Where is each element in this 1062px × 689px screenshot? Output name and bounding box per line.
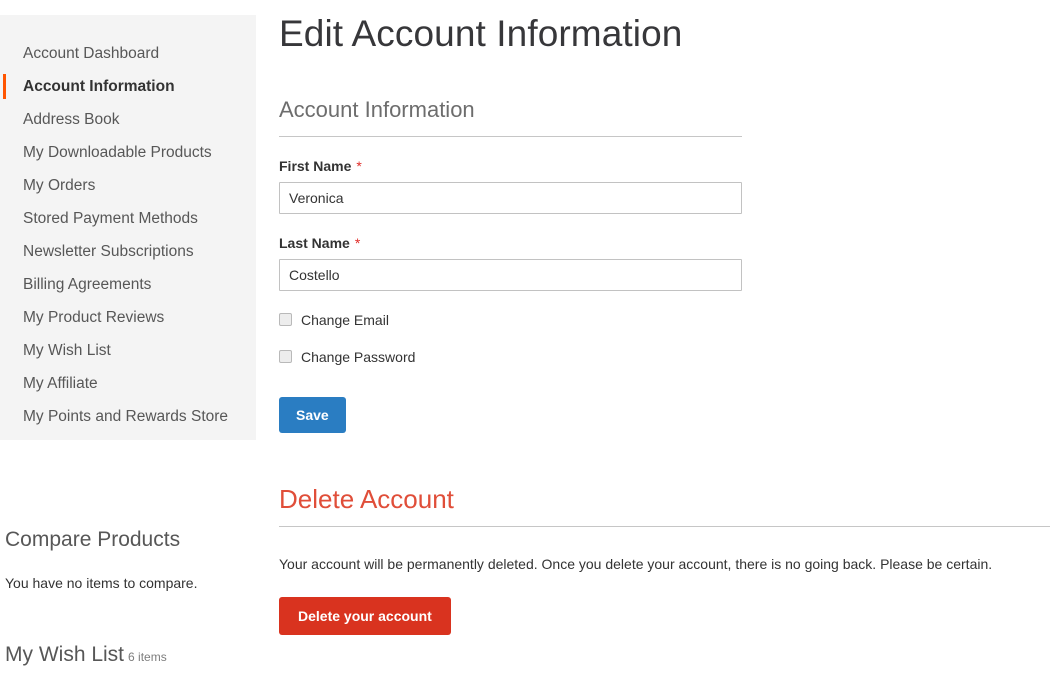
last-name-input[interactable] — [279, 258, 742, 291]
first-name-field: First Name * — [279, 158, 1062, 214]
wishlist-block: My Wish List 6 items — [0, 643, 256, 666]
compare-products-block: Compare Products You have no items to co… — [0, 528, 256, 591]
active-item-marker — [3, 74, 6, 99]
change-email-checkbox[interactable] — [279, 313, 292, 327]
delete-account-title: Delete Account — [279, 485, 1050, 528]
sidebar-item-account-information[interactable]: Account Information — [0, 70, 256, 103]
sidebar-item-my-points-and-rewards-store[interactable]: My Points and Rewards Store — [0, 400, 256, 433]
sidebar-item-label: Billing Agreements — [23, 276, 152, 293]
account-information-form: Account Information First Name* Last Nam… — [279, 97, 1062, 433]
change-password-field: Change Password — [279, 349, 1062, 365]
sidebar-item-account-dashboard[interactable]: Account Dashboard — [0, 37, 256, 70]
change-email-label[interactable]: Change Email — [301, 312, 389, 328]
account-nav-list: Account Dashboard Account Information Ad… — [0, 15, 256, 433]
sidebar-item-my-affiliate[interactable]: My Affiliate — [0, 367, 256, 400]
sidebar-item-label: My Wish List — [23, 342, 111, 359]
sidebar: Account Dashboard Account Information Ad… — [0, 0, 256, 689]
sidebar-item-label: Newsletter Subscriptions — [23, 243, 194, 260]
delete-account-section: Delete Account Your account will be perm… — [279, 485, 1062, 635]
sidebar-item-my-wish-list[interactable]: My Wish List — [0, 334, 256, 367]
page-title: Edit Account Information — [279, 13, 683, 54]
account-navigation-panel: Account Dashboard Account Information Ad… — [0, 15, 256, 440]
last-name-label: Last Name * — [279, 235, 1062, 251]
sidebar-item-label: My Affiliate — [23, 375, 98, 392]
first-name-label: First Name * — [279, 158, 1062, 174]
last-name-label-text: Last Name — [279, 234, 350, 251]
wishlist-title-label: My Wish List — [5, 643, 125, 666]
account-information-legend: Account Information — [279, 97, 742, 137]
delete-account-note: Your account will be permanently deleted… — [279, 556, 993, 573]
required-mark: * — [356, 157, 362, 174]
compare-products-empty-text: You have no items to compare. — [5, 575, 198, 592]
first-name-input[interactable] — [279, 181, 742, 214]
change-password-label[interactable]: Change Password — [301, 349, 415, 365]
sidebar-item-label: My Downloadable Products — [23, 144, 212, 161]
last-name-field: Last Name * — [279, 235, 1062, 291]
wishlist-title: My Wish List 6 items — [5, 643, 251, 666]
main-content: Edit Account Information Account Informa… — [279, 0, 1062, 689]
save-button[interactable]: Save — [279, 396, 346, 433]
sidebar-item-label: Account Information — [23, 78, 175, 95]
sidebar-item-label: Account Dashboard — [23, 45, 160, 62]
sidebar-item-label: My Orders — [23, 177, 96, 194]
sidebar-item-newsletter-subscriptions[interactable]: Newsletter Subscriptions — [0, 235, 256, 268]
sidebar-item-label: Stored Payment Methods — [23, 210, 198, 227]
sidebar-item-stored-payment-methods[interactable]: Stored Payment Methods — [0, 202, 256, 235]
required-mark: * — [354, 234, 361, 251]
sidebar-item-label: My Points and Rewards Store — [23, 408, 229, 425]
delete-your-account-button[interactable]: Delete your account — [279, 596, 451, 635]
wishlist-counter: 6 items — [128, 650, 167, 664]
first-name-label-text: First Name — [279, 157, 352, 174]
compare-products-title: Compare Products — [5, 528, 181, 551]
sidebar-item-label: My Product Reviews — [23, 309, 165, 326]
form-actions-toolbar: Save — [279, 396, 1062, 433]
change-password-checkbox[interactable] — [279, 350, 292, 364]
sidebar-item-billing-agreements[interactable]: Billing Agreements — [0, 268, 256, 301]
sidebar-item-my-orders[interactable]: My Orders — [0, 169, 256, 202]
sidebar-item-address-book[interactable]: Address Book — [0, 103, 256, 136]
sidebar-item-my-product-reviews[interactable]: My Product Reviews — [0, 301, 256, 334]
sidebar-item-my-downloadable-products[interactable]: My Downloadable Products — [0, 136, 256, 169]
sidebar-item-label: Address Book — [23, 111, 120, 128]
delete-account-actions: Delete your account — [279, 596, 1062, 635]
change-email-field: Change Email — [279, 312, 1062, 328]
